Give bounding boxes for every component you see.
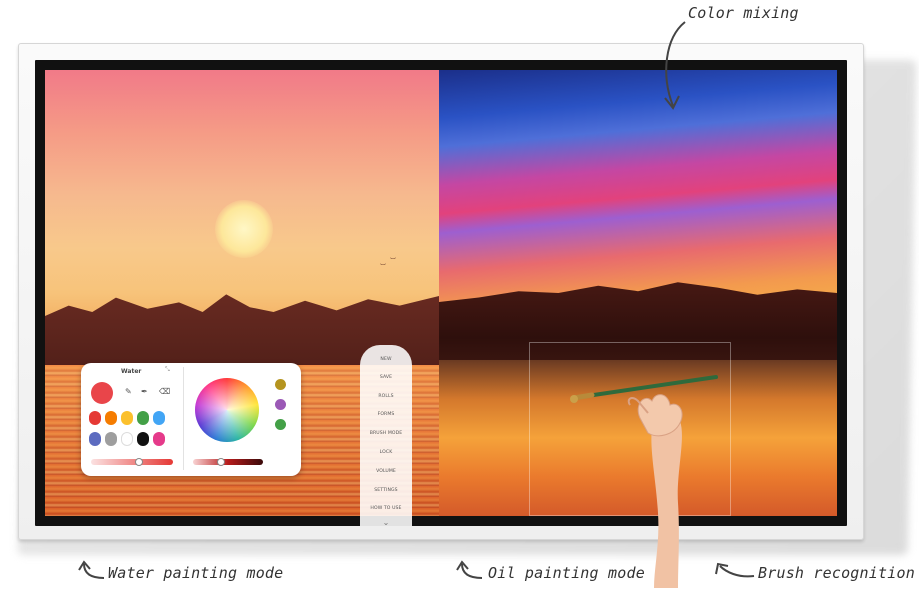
color-swatch[interactable] [153,411,165,425]
annotation-water-mode: Water painting mode [108,564,284,582]
opacity-slider-knob[interactable] [135,458,143,466]
color-swatch[interactable] [105,432,117,446]
menu-item-brush-mode[interactable]: BRUSH MODE [360,431,412,436]
flip-display-device: ︶ ︶ Water ⤡ ✎ ✒ ⌫ NEW SAVE ROLLS FORMS B… [18,43,864,540]
arrow-icon [715,562,755,578]
menu-item-lock[interactable]: LOCK [360,450,412,455]
color-swatch[interactable] [105,411,117,425]
menu-item-rolls[interactable]: ROLLS [360,394,412,399]
pen-tool-icon[interactable]: ✒ [141,387,148,396]
brightness-slider-knob[interactable] [217,458,225,466]
menu-item-settings[interactable]: SETTINGS [360,488,412,493]
annotation-brush-recognition: Brush recognition [758,564,915,582]
color-swatch[interactable] [121,432,133,446]
collapse-icon[interactable]: ⤡ [165,366,170,374]
palette-title: Water [121,368,142,375]
painted-sun [215,200,273,258]
painted-bird: ︶ [390,258,397,265]
color-swatch[interactable] [89,411,101,425]
arrow-icon [456,560,483,579]
menu-item-forms[interactable]: FORMS [360,412,412,417]
hand-with-brush [627,394,683,588]
annotation-color-mixing: Color mixing [688,4,799,22]
brush-tool-icon[interactable]: ✎ [125,387,132,396]
recent-color-swatch[interactable] [275,419,286,430]
side-menu[interactable]: NEW SAVE ROLLS FORMS BRUSH MODE LOCK VOL… [360,345,412,526]
menu-item-volume[interactable]: VOLUME [360,469,412,474]
color-swatch[interactable] [137,411,149,425]
brightness-slider[interactable] [193,459,263,465]
recent-color-swatch[interactable] [275,399,286,410]
color-swatch[interactable] [153,432,165,446]
water-palette-panel[interactable]: Water ⤡ ✎ ✒ ⌫ [81,363,301,476]
eraser-tool-icon[interactable]: ⌫ [159,387,170,396]
arrow-icon [78,560,105,579]
paint-brush-icon [570,375,718,403]
color-swatch[interactable] [137,432,149,446]
color-wheel[interactable] [195,378,259,442]
painted-bird: ︶ [380,264,387,271]
brush-color-preview[interactable] [91,382,113,404]
chevron-down-icon[interactable]: ⌄ [380,518,392,526]
arrow-icon [664,21,686,110]
color-swatch[interactable] [89,432,101,446]
menu-item-save[interactable]: SAVE [360,375,412,380]
annotation-oil-mode: Oil painting mode [488,564,645,582]
color-swatch[interactable] [121,411,133,425]
oil-mountains [439,282,837,365]
menu-item-how-to-use[interactable]: HOW TO USE [360,506,412,511]
palette-divider [183,367,184,470]
opacity-slider[interactable] [91,459,173,465]
display-screen: ︶ ︶ Water ⤡ ✎ ✒ ⌫ NEW SAVE ROLLS FORMS B… [35,60,847,526]
recent-color-swatch[interactable] [275,379,286,390]
menu-item-new[interactable]: NEW [360,357,412,362]
